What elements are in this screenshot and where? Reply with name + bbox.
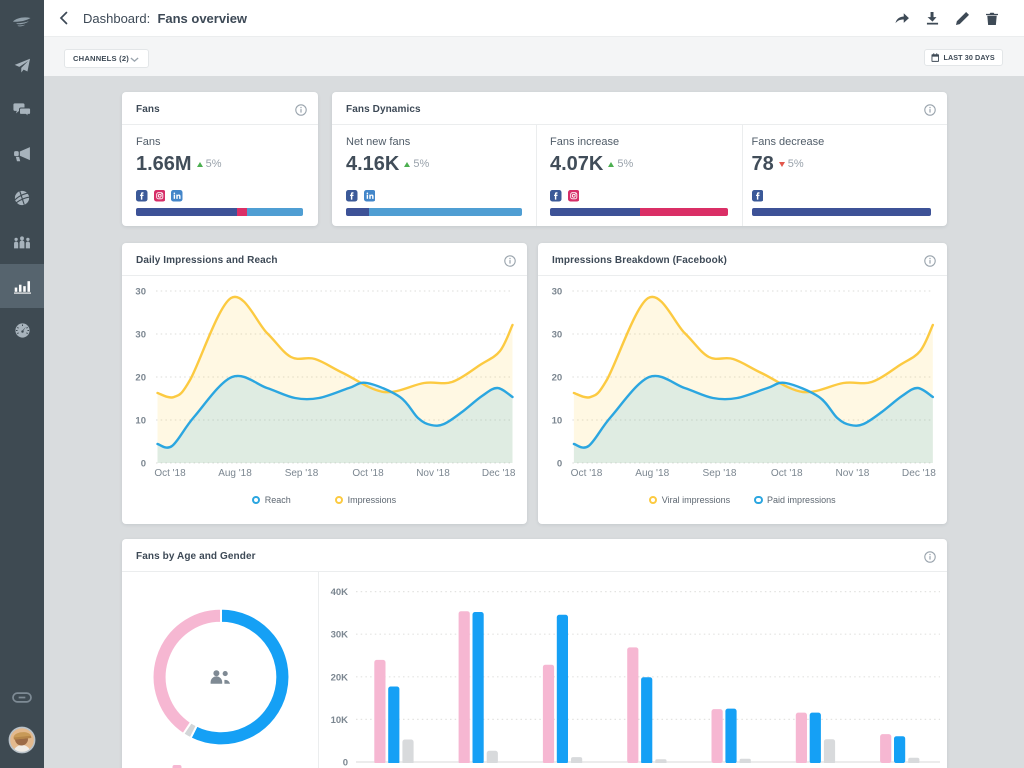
svg-text:Dec '18: Dec '18	[481, 468, 515, 479]
svg-text:Oct '18: Oct '18	[570, 468, 602, 479]
svg-text:30: 30	[135, 287, 146, 298]
svg-text:Nov '18: Nov '18	[835, 468, 869, 479]
svg-text:30K: 30K	[330, 630, 348, 641]
svg-text:Oct '18: Oct '18	[352, 468, 384, 479]
svg-text:30: 30	[135, 330, 146, 341]
svg-text:30: 30	[551, 287, 562, 298]
svg-text:10: 10	[135, 416, 146, 427]
svg-text:20: 20	[135, 373, 146, 384]
svg-text:Aug '18: Aug '18	[218, 468, 252, 479]
svg-text:Dec '18: Dec '18	[901, 468, 935, 479]
svg-text:20: 20	[551, 373, 562, 384]
svg-text:0: 0	[342, 758, 347, 768]
svg-text:0: 0	[556, 459, 561, 470]
svg-text:30: 30	[551, 330, 562, 341]
svg-text:Aug '18: Aug '18	[635, 468, 669, 479]
svg-text:20K: 20K	[330, 672, 348, 683]
svg-text:Nov '18: Nov '18	[416, 468, 450, 479]
svg-text:Oct '18: Oct '18	[154, 468, 186, 479]
svg-text:10K: 10K	[330, 715, 348, 726]
svg-text:Sep '18: Sep '18	[702, 468, 736, 479]
svg-text:40K: 40K	[330, 587, 348, 598]
svg-text:0: 0	[140, 459, 145, 470]
svg-text:10: 10	[551, 416, 562, 427]
svg-text:Sep '18: Sep '18	[284, 468, 318, 479]
svg-text:Oct '18: Oct '18	[770, 468, 802, 479]
